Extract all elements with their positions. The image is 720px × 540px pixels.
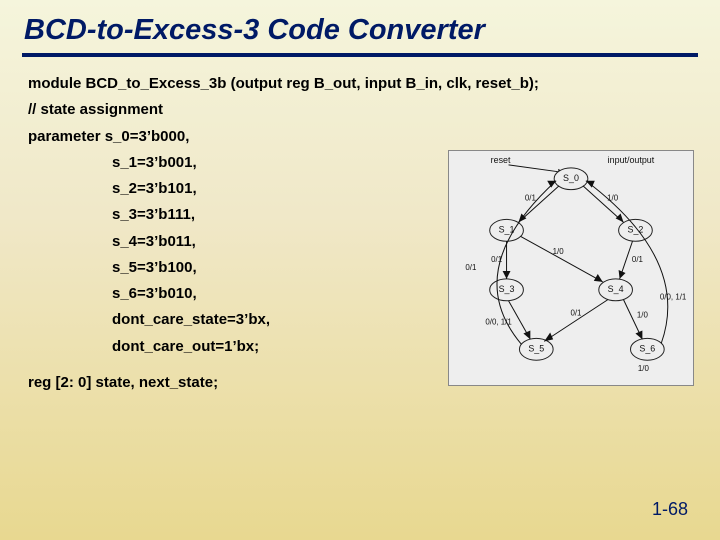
state-comment: // state assignment	[28, 97, 692, 123]
edge-s4-s5: 0/1	[570, 309, 582, 318]
module-declaration: module BCD_to_Excess_3b (output reg B_ou…	[28, 71, 692, 97]
edge-s6-s0-b: 1/0	[638, 364, 650, 373]
node-s5: S_5	[528, 344, 544, 354]
node-s3: S_3	[499, 284, 515, 294]
state-diagram: reset input/output S_0 S_1 S_2 0/1 1/0 S…	[448, 150, 694, 386]
io-label: input/output	[608, 155, 655, 165]
node-s0: S_0	[563, 173, 579, 183]
node-s6: S_6	[639, 344, 655, 354]
edge-s4-s6: 1/0	[637, 311, 649, 320]
edge-s5-s0: 0/1	[465, 263, 477, 272]
reset-label: reset	[491, 155, 511, 165]
edge-s12-s4: 1/0	[553, 247, 565, 256]
edge-s0-s2: 1/0	[607, 194, 619, 203]
edge-s2-s4: 0/1	[632, 255, 644, 264]
edge-s6-s0-a: 0/0, 1/1	[660, 293, 687, 302]
slide-title: BCD-to-Excess-3 Code Converter	[0, 0, 720, 53]
page-number: 1-68	[652, 499, 688, 520]
title-underline	[22, 53, 698, 57]
node-s2: S_2	[628, 225, 644, 235]
param-head: parameter s_0=3’b000,	[28, 124, 692, 150]
node-s4: S_4	[608, 284, 624, 294]
edge-s0-s1: 0/1	[525, 194, 537, 203]
